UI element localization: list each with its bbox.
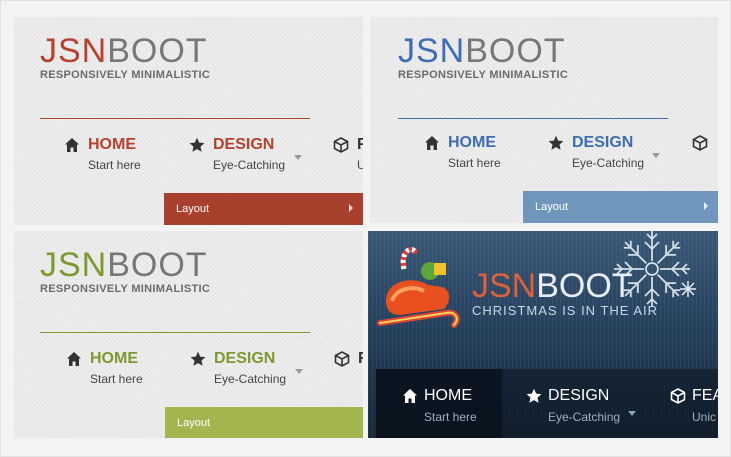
logo: JSNBOOT — [472, 269, 633, 303]
star-icon — [189, 137, 205, 152]
nav-subtitle: U — [357, 158, 363, 172]
theme-preview-christmas: JSNBOOT CHRISTMAS IS IN THE AIR HOME Sta… — [368, 231, 718, 438]
tagline: RESPONSIVELY MINIMALISTIC — [40, 69, 211, 81]
nav-title: HOME — [424, 387, 472, 404]
dropdown-label: Layout — [176, 203, 210, 215]
nav-title: DESIGN — [572, 134, 634, 151]
home-icon — [65, 138, 79, 152]
theme-preview-blue: JSNBOOT RESPONSIVELY MINIMALISTIC HOME S… — [370, 17, 718, 223]
logo-jsn: JSN — [40, 246, 108, 284]
nav-subtitle: Eye-Catching — [213, 158, 286, 172]
home-icon — [403, 389, 417, 403]
tagline: RESPONSIVELY MINIMALISTIC — [398, 69, 569, 81]
nav-subtitle: Unic — [692, 410, 717, 424]
chevron-down-icon — [652, 153, 660, 158]
chevron-down-icon — [628, 411, 636, 416]
header-divider — [398, 118, 668, 119]
nav-subtitle: Eye-Catching — [548, 410, 621, 424]
logo-boot: BOOT — [107, 32, 208, 70]
snowflake-icon — [680, 281, 696, 297]
chevron-right-icon — [349, 204, 353, 212]
logo: JSNBOOT — [40, 34, 208, 68]
header-divider — [40, 332, 310, 333]
nav-title: DESIGN — [548, 387, 610, 404]
nav-title: DESIGN — [214, 350, 276, 367]
main-nav: HOME Start here DESIGN Eye-Catching FEAT… — [376, 368, 718, 438]
chevron-down-icon — [294, 155, 302, 160]
sleigh-icon — [377, 247, 460, 328]
nav-title: DESIGN — [213, 136, 275, 153]
chevron-right-icon — [704, 202, 708, 210]
logo-boot: BOOT — [107, 246, 208, 284]
nav-subtitle: Start here — [448, 156, 501, 170]
dropdown-menu-item-layout[interactable]: Layout — [164, 193, 363, 225]
home-icon — [67, 352, 81, 366]
tagline: CHRISTMAS IS IN THE AIR — [472, 303, 659, 318]
star-icon — [548, 135, 564, 150]
logo: JSNBOOT — [40, 248, 208, 282]
nav-subtitle: Start here — [90, 372, 143, 386]
dropdown-label: Layout — [177, 417, 211, 429]
nav-title: HOME — [448, 134, 496, 151]
logo-jsn: JSN — [472, 267, 537, 305]
nav-subtitle: Eye-Catching — [214, 372, 287, 386]
nav-subtitle: Start here — [88, 158, 141, 172]
nav-title: F — [357, 136, 363, 153]
chevron-down-icon — [295, 369, 303, 374]
logo-jsn: JSN — [40, 32, 108, 70]
logo: JSNBOOT — [398, 34, 566, 68]
nav-subtitle: Start here — [424, 410, 477, 424]
nav-subtitle: Eye-Catching — [572, 156, 645, 170]
theme-preview-red: JSNBOOT RESPONSIVELY MINIMALISTIC HOME S… — [14, 17, 363, 225]
nav-title: HOME — [90, 350, 138, 367]
cube-icon — [334, 351, 350, 367]
cube-icon — [692, 135, 708, 151]
dropdown-menu-item-layout[interactable]: Layout — [523, 191, 718, 223]
dropdown-label: Layout — [535, 201, 569, 213]
logo-jsn: JSN — [398, 32, 466, 70]
logo-boot: BOOT — [465, 32, 566, 70]
star-icon — [190, 351, 206, 366]
cube-icon — [333, 137, 349, 153]
home-icon — [425, 136, 439, 150]
tagline: RESPONSIVELY MINIMALISTIC — [40, 283, 211, 295]
theme-preview-green: JSNBOOT RESPONSIVELY MINIMALISTIC HOME S… — [14, 231, 363, 438]
logo-boot: BOOT — [536, 267, 633, 305]
nav-title: F — [358, 350, 363, 367]
star-icon — [526, 388, 542, 403]
nav-title: FEAT — [692, 387, 718, 404]
nav-title: HOME — [88, 136, 136, 153]
cube-icon — [670, 388, 686, 404]
dropdown-menu-item-layout[interactable]: Layout — [165, 407, 363, 438]
header-divider — [40, 118, 310, 119]
